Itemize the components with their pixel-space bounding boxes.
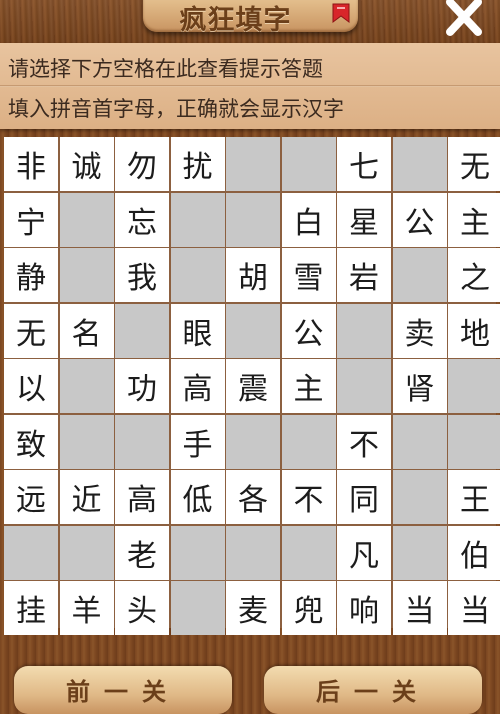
letter-cell[interactable]: 之	[448, 248, 500, 302]
letter-cell[interactable]: 非	[4, 137, 58, 191]
prev-level-label: 前一关	[66, 678, 180, 706]
letter-cell[interactable]: 岩	[337, 248, 391, 302]
letter-cell[interactable]: 王	[448, 470, 500, 524]
letter-cell[interactable]: 主	[448, 192, 500, 247]
letter-cell[interactable]: 静	[4, 248, 58, 302]
letter-cell[interactable]: 高	[115, 470, 169, 524]
crossword-board: 非诚勿扰七无宁忘白星公主静我胡雪岩之无名眼公卖地以功高震主肾致手不远近高低各不同…	[4, 137, 500, 635]
prev-level-button[interactable]: 前一关	[14, 666, 232, 714]
letter-cell[interactable]: 勿	[115, 137, 169, 191]
letter-cell[interactable]: 凡	[337, 525, 391, 580]
top-bar: 疯狂填字	[0, 0, 500, 43]
letter-cell[interactable]: 扰	[170, 137, 225, 191]
blank-cell[interactable]	[59, 192, 114, 247]
blank-cell[interactable]	[392, 470, 447, 524]
blank-cell[interactable]	[337, 359, 391, 413]
blank-cell[interactable]	[170, 525, 225, 580]
blank-cell[interactable]	[59, 359, 114, 413]
letter-cell[interactable]: 低	[170, 470, 225, 524]
blank-cell[interactable]	[226, 192, 280, 247]
letter-cell[interactable]: 羊	[59, 581, 114, 635]
letter-cell[interactable]: 不	[337, 414, 391, 469]
next-level-label: 后一关	[316, 678, 430, 706]
letter-cell[interactable]: 诚	[59, 137, 114, 191]
blank-cell[interactable]	[4, 525, 58, 580]
blank-cell[interactable]	[226, 414, 280, 469]
letter-cell[interactable]: 七	[337, 137, 391, 191]
letter-cell[interactable]: 挂	[4, 581, 58, 635]
blank-cell[interactable]	[448, 359, 500, 413]
blank-cell[interactable]	[59, 414, 114, 469]
letter-cell[interactable]: 地	[448, 303, 500, 358]
letter-cell[interactable]: 老	[115, 525, 169, 580]
next-level-button[interactable]: 后一关	[264, 666, 482, 714]
letter-cell[interactable]: 公	[392, 192, 447, 247]
letter-cell[interactable]: 名	[59, 303, 114, 358]
blank-cell[interactable]	[281, 525, 336, 580]
letter-cell[interactable]: 主	[281, 359, 336, 413]
blank-cell[interactable]	[281, 137, 336, 191]
blank-cell[interactable]	[170, 192, 225, 247]
letter-cell[interactable]: 忘	[115, 192, 169, 247]
blank-cell[interactable]	[392, 248, 447, 302]
letter-cell[interactable]: 功	[115, 359, 169, 413]
hint-panel: 请选择下方空格在此查看提示答题 填入拼音首字母，正确就会显示汉字	[0, 43, 500, 129]
letter-cell[interactable]: 胡	[226, 248, 280, 302]
letter-cell[interactable]: 兜	[281, 581, 336, 635]
blank-cell[interactable]	[59, 248, 114, 302]
letter-cell[interactable]: 白	[281, 192, 336, 247]
blank-cell[interactable]	[392, 525, 447, 580]
title-plaque: 疯狂填字	[143, 0, 358, 32]
letter-cell[interactable]: 伯	[448, 525, 500, 580]
blank-cell[interactable]	[337, 303, 391, 358]
blank-cell[interactable]	[226, 137, 280, 191]
letter-cell[interactable]: 各	[226, 470, 280, 524]
letter-cell[interactable]: 响	[337, 581, 391, 635]
blank-cell[interactable]	[170, 248, 225, 302]
letter-cell[interactable]: 肾	[392, 359, 447, 413]
blank-cell[interactable]	[392, 414, 447, 469]
letter-cell[interactable]: 不	[281, 470, 336, 524]
blank-cell[interactable]	[392, 137, 447, 191]
letter-cell[interactable]: 高	[170, 359, 225, 413]
blank-cell[interactable]	[226, 525, 280, 580]
letter-cell[interactable]: 眼	[170, 303, 225, 358]
letter-cell[interactable]: 以	[4, 359, 58, 413]
letter-cell[interactable]: 我	[115, 248, 169, 302]
blank-cell[interactable]	[448, 414, 500, 469]
letter-cell[interactable]: 卖	[392, 303, 447, 358]
blank-cell[interactable]	[59, 525, 114, 580]
letter-cell[interactable]: 雪	[281, 248, 336, 302]
letter-cell[interactable]: 头	[115, 581, 169, 635]
letter-cell[interactable]: 近	[59, 470, 114, 524]
letter-cell[interactable]: 当	[448, 581, 500, 635]
bottom-bar: 前一关 后一关	[0, 630, 500, 714]
letter-cell[interactable]: 公	[281, 303, 336, 358]
blank-cell[interactable]	[170, 581, 225, 635]
ribbon-badge-icon	[332, 3, 350, 23]
close-icon[interactable]	[442, 0, 486, 38]
letter-cell[interactable]: 无	[448, 137, 500, 191]
page-title: 疯狂填字	[179, 5, 292, 32]
letter-cell[interactable]: 当	[392, 581, 447, 635]
letter-cell[interactable]: 震	[226, 359, 280, 413]
letter-cell[interactable]: 致	[4, 414, 58, 469]
blank-cell[interactable]	[115, 414, 169, 469]
blank-cell[interactable]	[115, 303, 169, 358]
letter-cell[interactable]: 无	[4, 303, 58, 358]
letter-cell[interactable]: 同	[337, 470, 391, 524]
letter-cell[interactable]: 宁	[4, 192, 58, 247]
blank-cell[interactable]	[226, 303, 280, 358]
letter-cell[interactable]: 麦	[226, 581, 280, 635]
hint-line-select: 请选择下方空格在此查看提示答题	[8, 57, 323, 81]
letter-cell[interactable]: 手	[170, 414, 225, 469]
blank-cell[interactable]	[281, 414, 336, 469]
letter-cell[interactable]: 星	[337, 192, 391, 247]
hint-line-input: 填入拼音首字母，正确就会显示汉字	[8, 97, 344, 121]
hint-divider	[0, 85, 500, 87]
letter-cell[interactable]: 远	[4, 470, 58, 524]
